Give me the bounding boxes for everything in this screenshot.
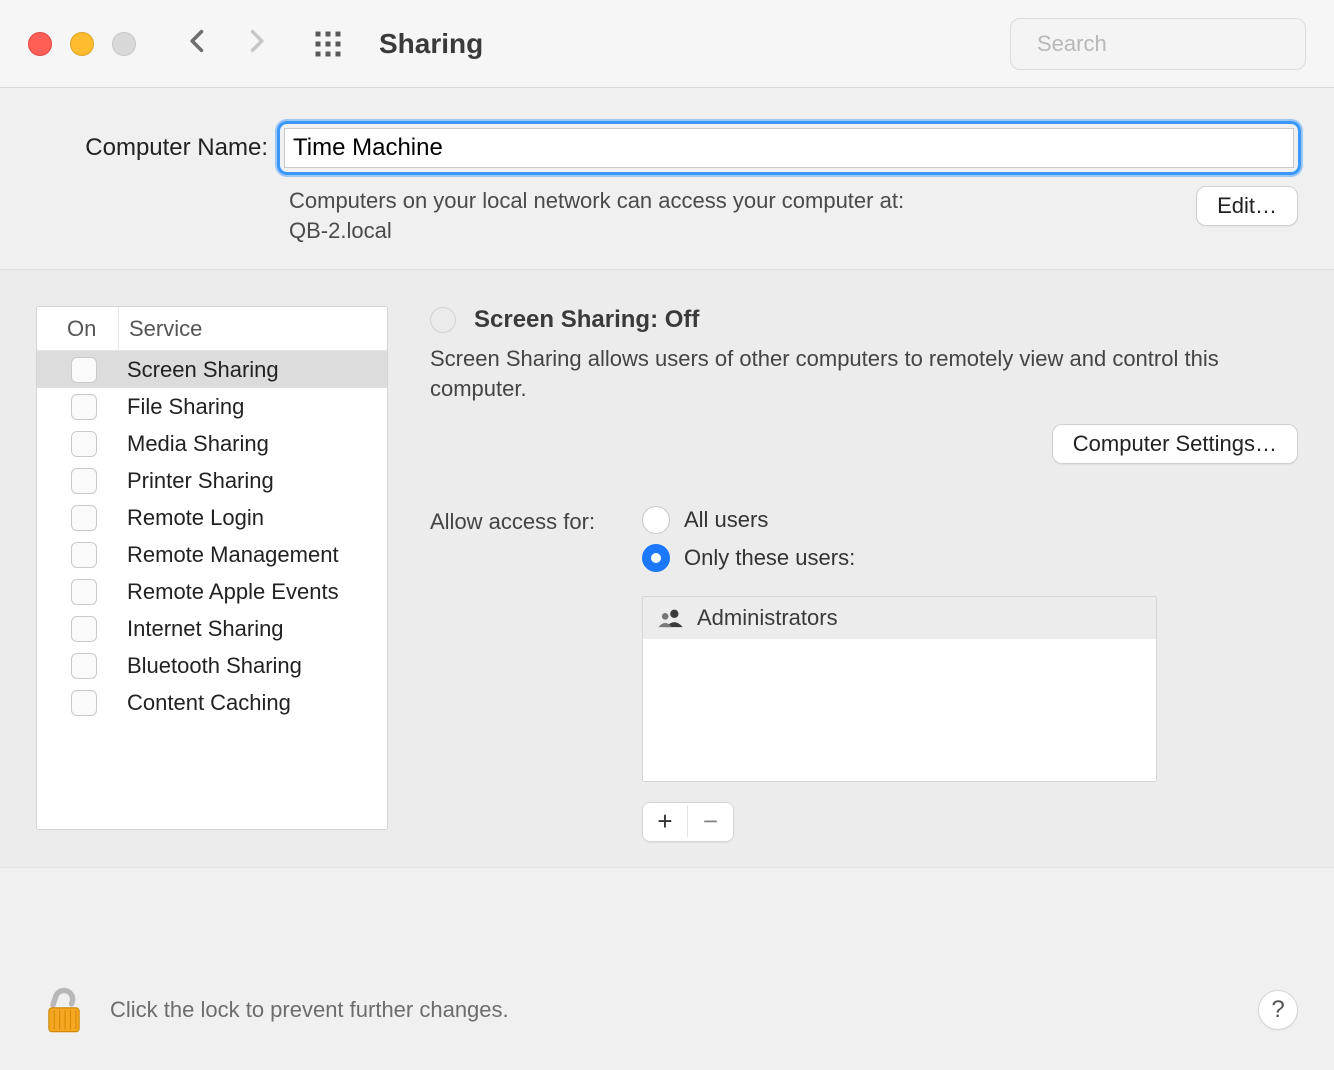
service-label: Remote Login	[127, 505, 264, 531]
service-label: Bluetooth Sharing	[127, 653, 302, 679]
service-description: Screen Sharing allows users of other com…	[430, 344, 1298, 403]
service-label: Remote Management	[127, 542, 339, 568]
back-button[interactable]	[184, 27, 212, 60]
service-row[interactable]: Internet Sharing	[37, 610, 387, 647]
computer-name-section: Computer Name: Computers on your local n…	[0, 88, 1334, 270]
nav-buttons	[184, 27, 270, 60]
service-checkbox[interactable]	[71, 431, 97, 457]
user-row[interactable]: Administrators	[643, 597, 1156, 639]
service-checkbox[interactable]	[71, 357, 97, 383]
service-label: Remote Apple Events	[127, 579, 339, 605]
window-controls	[28, 32, 136, 56]
service-checkbox[interactable]	[71, 653, 97, 679]
user-list-controls: + −	[642, 802, 734, 842]
sharing-main: On Service Screen Sharing File Sharing Med…	[0, 270, 1334, 868]
minimize-window-button[interactable]	[70, 32, 94, 56]
service-row[interactable]: Bluetooth Sharing	[37, 647, 387, 684]
service-checkbox[interactable]	[71, 394, 97, 420]
service-checkbox[interactable]	[71, 616, 97, 642]
prefs-footer: Click the lock to prevent further change…	[0, 950, 1334, 1070]
radio-only-these-users[interactable]	[642, 544, 670, 572]
show-all-prefs-button[interactable]	[313, 29, 343, 59]
lock-button[interactable]	[36, 982, 92, 1038]
service-row[interactable]: Printer Sharing	[37, 462, 387, 499]
allow-access-label: Allow access for:	[430, 506, 628, 535]
service-row[interactable]: Content Caching	[37, 684, 387, 721]
service-row[interactable]: Remote Apple Events	[37, 573, 387, 610]
computer-name-subtext: Computers on your local network can acce…	[289, 186, 1176, 245]
forward-button[interactable]	[242, 27, 270, 60]
service-row[interactable]: Remote Management	[37, 536, 387, 573]
remove-user-button[interactable]: −	[688, 806, 733, 837]
computer-name-input[interactable]	[284, 128, 1294, 168]
service-label: File Sharing	[127, 394, 244, 420]
service-label: Content Caching	[127, 690, 291, 716]
zoom-window-button[interactable]	[112, 32, 136, 56]
services-header-service[interactable]: Service	[119, 316, 202, 342]
radio-all-users[interactable]	[642, 506, 670, 534]
services-header-on[interactable]: On	[37, 307, 119, 350]
status-indicator-icon	[430, 307, 456, 333]
service-label: Printer Sharing	[127, 468, 274, 494]
computer-settings-button[interactable]: Computer Settings…	[1052, 424, 1298, 464]
search-input[interactable]	[1037, 31, 1325, 57]
service-checkbox[interactable]	[71, 579, 97, 605]
pane-title: Sharing	[379, 28, 483, 60]
add-user-button[interactable]: +	[643, 806, 688, 837]
service-checkbox[interactable]	[71, 690, 97, 716]
close-window-button[interactable]	[28, 32, 52, 56]
help-button[interactable]: ?	[1258, 990, 1298, 1030]
service-row[interactable]: File Sharing	[37, 388, 387, 425]
service-status-title: Screen Sharing: Off	[474, 306, 699, 334]
allowed-users-list[interactable]: Administrators	[642, 596, 1157, 782]
service-row[interactable]: Media Sharing	[37, 425, 387, 462]
services-header: On Service	[37, 307, 387, 351]
lock-hint-text: Click the lock to prevent further change…	[110, 997, 509, 1023]
service-checkbox[interactable]	[71, 468, 97, 494]
services-table: On Service Screen Sharing File Sharing Med…	[36, 306, 388, 830]
service-row[interactable]: Screen Sharing	[37, 351, 387, 388]
window-toolbar: Sharing	[0, 0, 1334, 88]
service-label: Media Sharing	[127, 431, 269, 457]
users-group-icon	[657, 608, 685, 628]
user-row-label: Administrators	[697, 605, 838, 631]
service-checkbox[interactable]	[71, 505, 97, 531]
service-checkbox[interactable]	[71, 542, 97, 568]
service-row[interactable]: Remote Login	[37, 499, 387, 536]
service-label: Screen Sharing	[127, 357, 279, 383]
service-label: Internet Sharing	[127, 616, 284, 642]
radio-all-users-label: All users	[684, 507, 768, 533]
computer-name-label: Computer Name:	[36, 134, 280, 162]
edit-hostname-button[interactable]: Edit…	[1196, 186, 1298, 226]
service-detail: Screen Sharing: Off Screen Sharing allow…	[430, 306, 1298, 831]
search-field[interactable]	[1010, 18, 1306, 70]
radio-only-these-users-label: Only these users:	[684, 545, 855, 571]
